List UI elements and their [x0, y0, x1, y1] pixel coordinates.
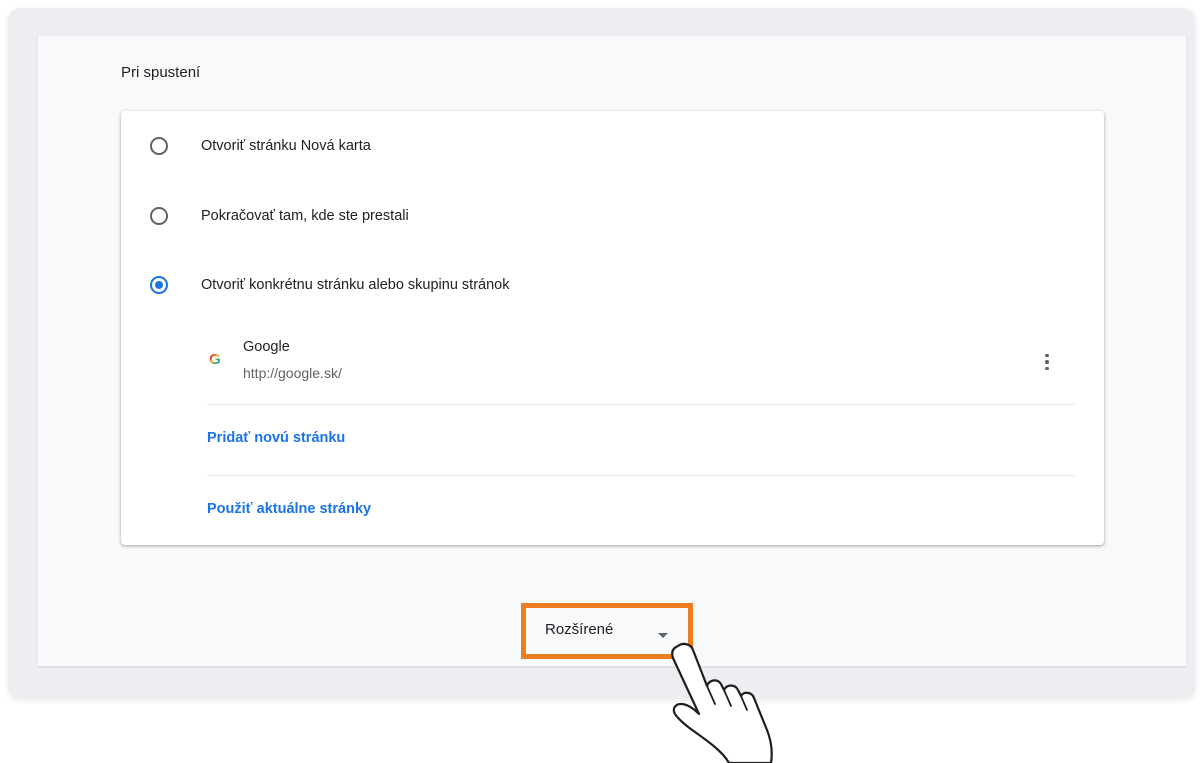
- radio-continue[interactable]: [150, 207, 168, 225]
- radio-label-specific-pages: Otvoriť konkrétnu stránku alebo skupinu …: [201, 277, 510, 293]
- startup-page-url: http://google.sk/: [243, 365, 342, 381]
- caret-down-icon: [658, 633, 668, 638]
- add-page-row: Pridať novú stránku: [207, 416, 1075, 460]
- radio-option-continue[interactable]: Pokračovať tam, kde ste prestali: [121, 191, 1104, 241]
- more-vert-icon[interactable]: [1039, 351, 1055, 373]
- google-g-icon: G: [209, 351, 221, 368]
- radio-specific-pages[interactable]: [150, 276, 168, 294]
- radio-option-new-tab[interactable]: Otvoriť stránku Nová karta: [121, 121, 1104, 171]
- radio-option-specific-pages[interactable]: Otvoriť konkrétnu stránku alebo skupinu …: [121, 260, 1104, 310]
- add-page-link[interactable]: Pridať novú stránku: [207, 430, 345, 446]
- radio-label-continue: Pokračovať tam, kde ste prestali: [201, 208, 409, 224]
- startup-card: Otvoriť stránku Nová karta Pokračovať ta…: [121, 111, 1104, 545]
- advanced-button[interactable]: Rozšírené: [524, 603, 694, 659]
- startup-page-name: Google: [243, 339, 290, 355]
- use-current-row: Použiť aktuálne stránky: [207, 487, 1075, 531]
- advanced-label: Rozšírené: [545, 621, 614, 638]
- use-current-pages-link[interactable]: Použiť aktuálne stránky: [207, 501, 371, 517]
- divider: [207, 404, 1075, 405]
- radio-label-new-tab: Otvoriť stránku Nová karta: [201, 138, 371, 154]
- settings-page: Pri spustení Otvoriť stránku Nová karta …: [38, 36, 1186, 666]
- radio-new-tab[interactable]: [150, 137, 168, 155]
- divider: [207, 475, 1075, 476]
- section-title: Pri spustení: [121, 64, 201, 81]
- startup-page-entry: G Google http://google.sk/: [207, 329, 1075, 404]
